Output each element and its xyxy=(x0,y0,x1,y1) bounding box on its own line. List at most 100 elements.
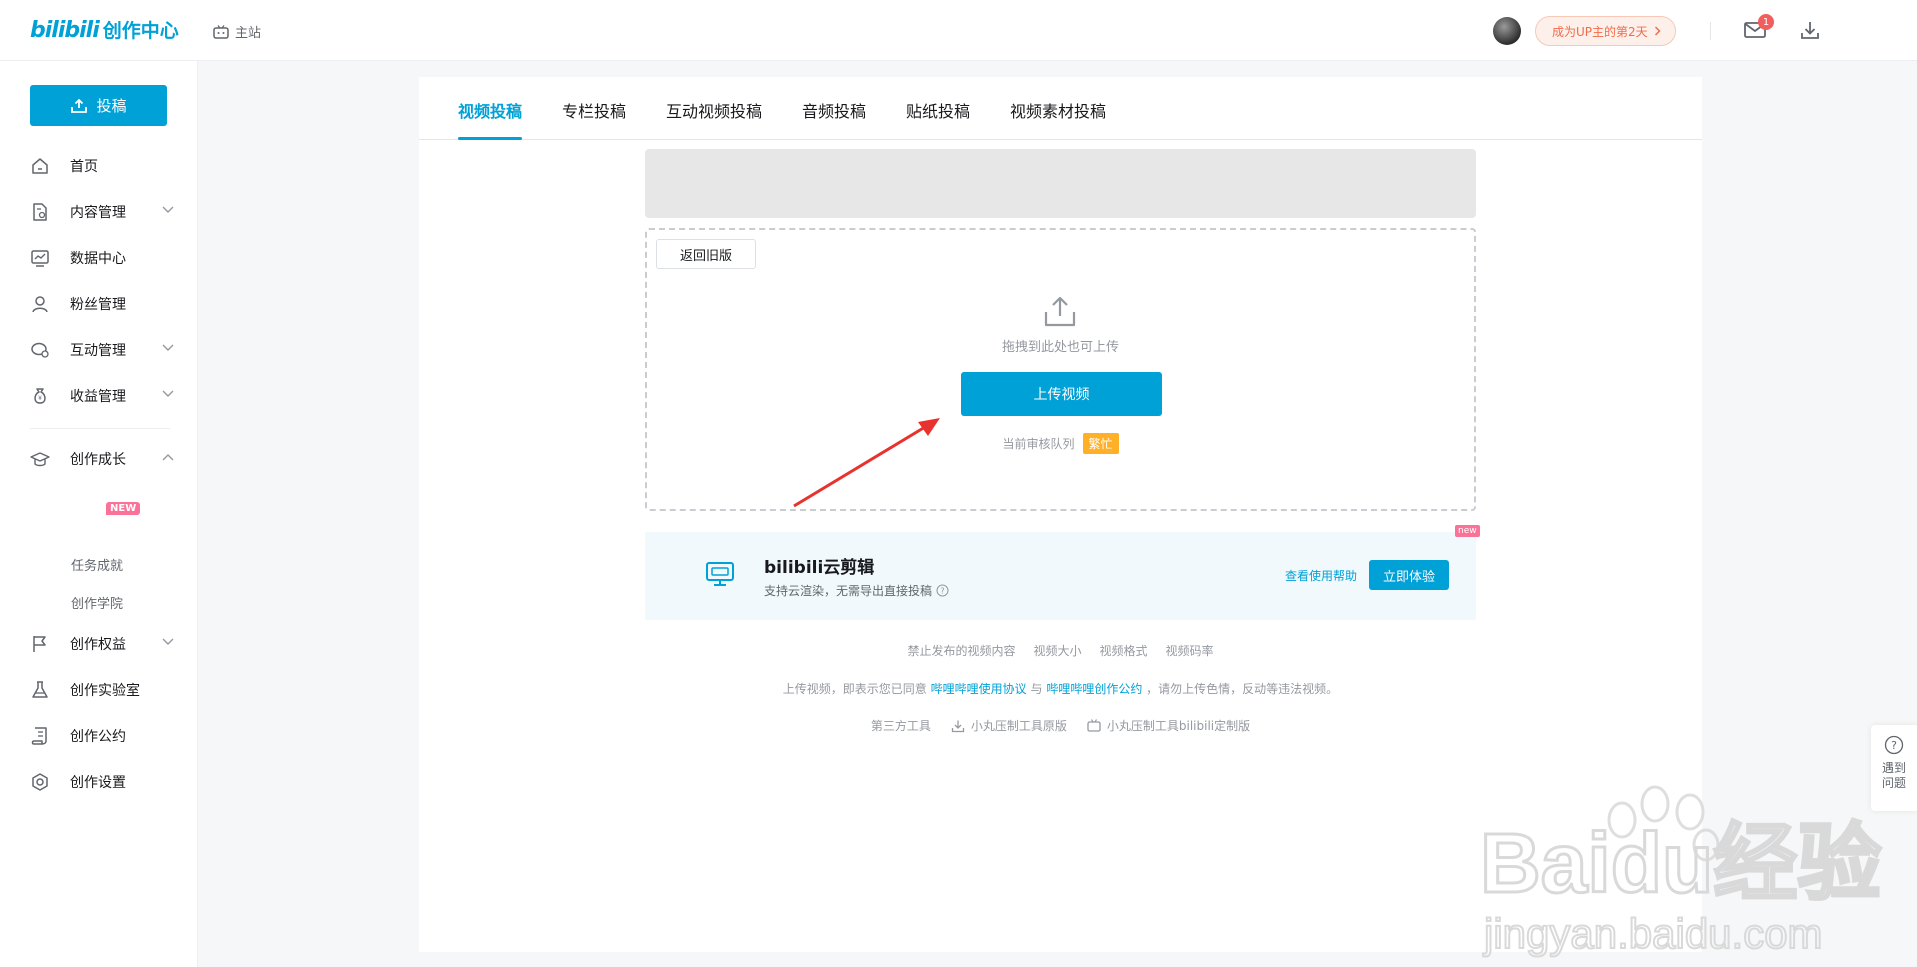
chevron-down-icon xyxy=(162,206,174,213)
sidebar-item-lab[interactable]: 创作实验室 xyxy=(0,670,198,710)
user-icon xyxy=(30,294,50,314)
creator-convention-link[interactable]: 哔哩哔哩创作公约 xyxy=(1046,682,1142,696)
back-to-old-version-button[interactable]: 返回旧版 xyxy=(656,239,756,269)
upload-video-button[interactable]: 上传视频 xyxy=(961,372,1162,416)
tab-interactive-video[interactable]: 互动视频投稿 xyxy=(666,98,762,122)
mail-badge: 1 xyxy=(1758,14,1774,30)
chevron-down-icon xyxy=(162,390,174,397)
tab-video-material[interactable]: 视频素材投稿 xyxy=(1010,98,1106,122)
sidebar-item-label: 创作实验室 xyxy=(70,683,140,699)
sidebar-item-label: 收益管理 xyxy=(70,389,126,405)
sidebar-item-settings[interactable]: 创作设置 xyxy=(0,762,198,802)
promo-title: bilibili云剪辑 xyxy=(764,558,875,578)
sidebar-upload-label: 投稿 xyxy=(96,97,127,115)
logo-suffix: 创作中心 xyxy=(102,20,179,42)
review-queue: 当前审核队列 繁忙 xyxy=(647,433,1474,454)
monitor-icon xyxy=(706,562,734,586)
avatar[interactable] xyxy=(1493,17,1521,45)
sidebar-subitem-academy[interactable]: 创作学院 xyxy=(71,593,123,612)
footer-link[interactable]: 视频大小 xyxy=(1033,642,1081,659)
review-queue-label: 当前审核队列 xyxy=(1002,437,1075,451)
agreement-suffix: ，请勿上传色情，反动等违法视频。 xyxy=(1146,682,1339,696)
home-link-label: 主站 xyxy=(235,26,262,41)
tab-sticker[interactable]: 贴纸投稿 xyxy=(906,98,970,122)
queue-status-badge: 繁忙 xyxy=(1082,433,1119,454)
agreement-and: 与 xyxy=(1030,682,1043,696)
svg-text:¥: ¥ xyxy=(38,395,42,402)
sidebar-item-home[interactable]: 首页 xyxy=(0,146,198,186)
sidebar-item-data[interactable]: 数据中心 xyxy=(0,238,198,278)
logo-brand: bilibili xyxy=(30,18,100,43)
flag-icon xyxy=(30,634,50,654)
tab-article[interactable]: 专栏投稿 xyxy=(562,98,626,122)
help-float-label: 遇到问题 xyxy=(1881,761,1906,790)
tab-audio[interactable]: 音频投稿 xyxy=(802,98,866,122)
logo[interactable]: bilibili 创作中心 xyxy=(30,16,179,43)
sidebar-item-income[interactable]: ¥ 收益管理 xyxy=(0,376,198,416)
sidebar: 投稿 首页 内容管理 数据中心 粉丝管理 互动管理 ¥ 收益管理 创作成长 任务… xyxy=(0,61,198,967)
agreement-notice: 上传视频，即表示您已同意 哔哩哔哩使用协议 与 哔哩哔哩创作公约 ，请勿上传色情… xyxy=(645,680,1476,697)
document-icon xyxy=(30,202,50,222)
tv-icon xyxy=(213,24,229,39)
tab-video[interactable]: 视频投稿 xyxy=(458,98,522,122)
svg-text:?: ? xyxy=(1891,739,1897,752)
flask-icon xyxy=(30,680,50,700)
tool-original-label: 小丸压制工具原版 xyxy=(970,719,1067,733)
sidebar-item-fans[interactable]: 粉丝管理 xyxy=(0,284,198,324)
question-icon[interactable]: ? xyxy=(936,584,949,597)
home-link[interactable]: 主站 xyxy=(213,22,261,41)
footer-link[interactable]: 禁止发布的视频内容 xyxy=(907,642,1015,659)
money-bag-icon: ¥ xyxy=(30,386,50,406)
terms-of-use-link[interactable]: 哔哩哔哩使用协议 xyxy=(931,682,1027,696)
question-icon: ? xyxy=(1884,735,1904,755)
active-tab-indicator xyxy=(458,137,522,140)
upload-icon xyxy=(71,98,88,113)
new-tag: NEW xyxy=(106,502,141,515)
sidebar-item-label: 首页 xyxy=(70,159,98,175)
up-days-pill[interactable]: 成为UP主的第2天 xyxy=(1535,16,1676,46)
scroll-icon xyxy=(30,726,50,746)
sidebar-item-label: 数据中心 xyxy=(70,251,126,267)
footer-link[interactable]: 视频格式 xyxy=(1100,642,1148,659)
chevron-down-icon xyxy=(162,344,174,351)
sidebar-item-label: 内容管理 xyxy=(70,205,126,221)
cloud-edit-promo: bilibili云剪辑 支持云渲染，无需导出直接投稿 ? 查看使用帮助 立即体验… xyxy=(645,525,1480,620)
third-party-tools: 第三方工具 小丸压制工具原版 小丸压制工具bilibili定制版 xyxy=(645,717,1476,734)
download-icon[interactable] xyxy=(1798,18,1822,42)
sidebar-item-label: 创作权益 xyxy=(70,637,126,653)
sidebar-item-growth[interactable]: 创作成长 xyxy=(0,439,198,479)
submission-tabs: 视频投稿 专栏投稿 互动视频投稿 音频投稿 贴纸投稿 视频素材投稿 xyxy=(419,77,1702,140)
tool-original[interactable]: 小丸压制工具原版 xyxy=(951,717,1067,734)
drop-hint: 拖拽到此处也可上传 xyxy=(1001,340,1119,355)
up-days-label: 成为UP主的第2天 xyxy=(1552,24,1648,39)
sidebar-item-label: 创作设置 xyxy=(70,775,126,791)
sidebar-item-label: 创作成长 xyxy=(70,452,126,468)
banner-placeholder[interactable] xyxy=(645,149,1476,218)
upload-dropzone[interactable]: 返回旧版 拖拽到此处也可上传 上传视频 当前审核队列 繁忙 xyxy=(645,228,1476,511)
sidebar-item-benefits[interactable]: 创作权益 xyxy=(0,624,198,664)
settings-icon xyxy=(30,772,50,792)
sidebar-item-convention[interactable]: 创作公约 xyxy=(0,716,198,756)
sidebar-upload-button[interactable]: 投稿 xyxy=(30,85,167,126)
sidebar-subitem-tasks[interactable]: 任务成就 xyxy=(71,555,123,574)
chevron-up-icon xyxy=(162,454,174,461)
tool-bilibili[interactable]: 小丸压制工具bilibili定制版 xyxy=(1087,717,1250,734)
usage-help-link[interactable]: 查看使用帮助 xyxy=(1285,567,1357,584)
footer-links: 禁止发布的视频内容 视频大小 视频格式 视频码率 xyxy=(645,642,1476,659)
sidebar-item-content[interactable]: 内容管理 xyxy=(0,192,198,232)
promo-subtitle-text: 支持云渲染，无需导出直接投稿 xyxy=(764,584,933,598)
red-arrow-annotation xyxy=(793,418,940,508)
chart-icon xyxy=(30,248,50,268)
sidebar-item-interaction[interactable]: 互动管理 xyxy=(0,330,198,370)
footer-link[interactable]: 视频码率 xyxy=(1166,642,1214,659)
try-now-button[interactable]: 立即体验 xyxy=(1369,560,1449,590)
header-divider xyxy=(1710,22,1711,40)
help-float-button[interactable]: ? 遇到问题 xyxy=(1871,725,1917,811)
sidebar-item-label: 创作公约 xyxy=(70,729,126,745)
upload-arrow-icon xyxy=(1044,296,1076,327)
sidebar-divider xyxy=(30,428,170,429)
download-icon xyxy=(951,720,965,732)
main-card: 视频投稿 专栏投稿 互动视频投稿 音频投稿 贴纸投稿 视频素材投稿 返回旧版 拖… xyxy=(419,77,1702,952)
home-icon xyxy=(30,156,50,176)
svg-text:?: ? xyxy=(940,587,944,596)
